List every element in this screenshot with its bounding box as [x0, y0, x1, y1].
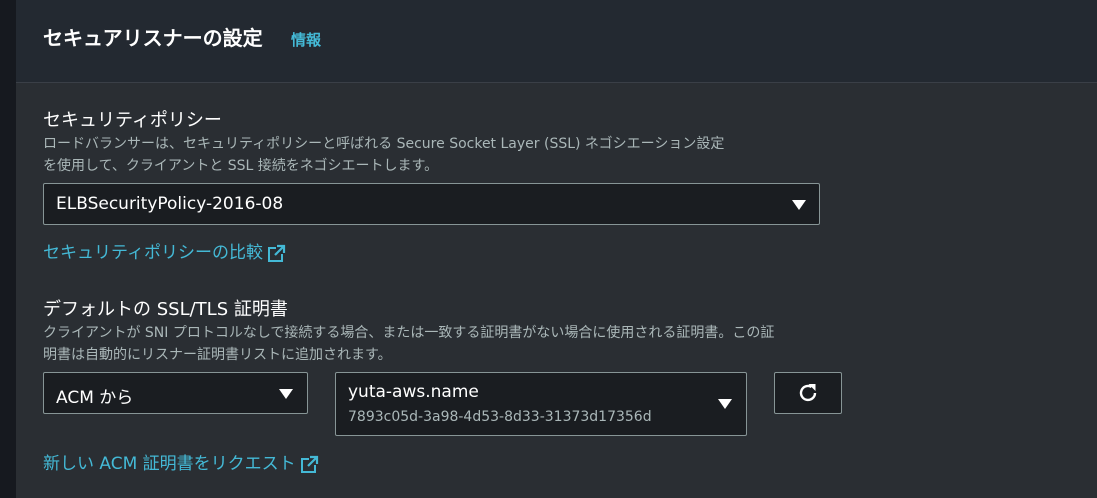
refresh-certificates-button[interactable] — [774, 372, 842, 414]
info-link[interactable]: 情報 — [291, 29, 321, 50]
security-policy-label: セキュリティポリシー — [43, 110, 222, 131]
default-cert-description-line1: クライアントが SNI プロトコルなしで接続する場合、または一致する証明書がない… — [43, 325, 775, 341]
secure-listener-panel: セキュアリスナーの設定 情報 セキュリティポリシー ロードバランサーは、セキュリ… — [16, 0, 1097, 498]
caret-down-icon — [792, 200, 806, 210]
default-cert-label: デフォルトの SSL/TLS 証明書 — [43, 299, 288, 320]
default-cert-description-line2: 明書は自動的にリスナー証明書リストに追加されます。 — [43, 347, 392, 363]
request-acm-cert-link[interactable]: 新しい ACM 証明書をリクエスト — [43, 449, 319, 474]
security-policy-select[interactable]: ELBSecurityPolicy-2016-08 — [43, 183, 820, 225]
cert-source-selected-value: ACM から — [56, 388, 134, 408]
security-policy-description-line1: ロードバランサーは、セキュリティポリシーと呼ばれる Secure Socket … — [43, 136, 725, 152]
left-gutter — [0, 0, 16, 498]
panel-header: セキュアリスナーの設定 情報 — [16, 0, 1097, 83]
refresh-icon — [799, 384, 817, 402]
external-link-icon — [267, 244, 286, 262]
security-policy-selected-value: ELBSecurityPolicy-2016-08 — [56, 194, 284, 214]
certificate-name: yuta-aws.name — [348, 382, 479, 402]
security-policy-description-line2: を使用して、クライアントと SSL 接続をネゴシエートします。 — [43, 158, 439, 174]
external-link-icon — [300, 455, 318, 473]
compare-policies-link[interactable]: セキュリティポリシーの比較 — [43, 238, 286, 263]
caret-down-icon — [279, 389, 293, 399]
request-acm-cert-label: 新しい ACM 証明書をリクエスト — [43, 454, 296, 474]
cert-source-select[interactable]: ACM から — [43, 372, 308, 414]
panel-title: セキュアリスナーの設定 — [43, 26, 263, 50]
compare-policies-label: セキュリティポリシーの比較 — [43, 243, 263, 263]
certificate-select[interactable]: yuta-aws.name 7893c05d-3a98-4d53-8d33-31… — [335, 372, 747, 436]
certificate-id: 7893c05d-3a98-4d53-8d33-31373d17356d — [348, 409, 652, 425]
caret-down-icon — [718, 399, 732, 409]
